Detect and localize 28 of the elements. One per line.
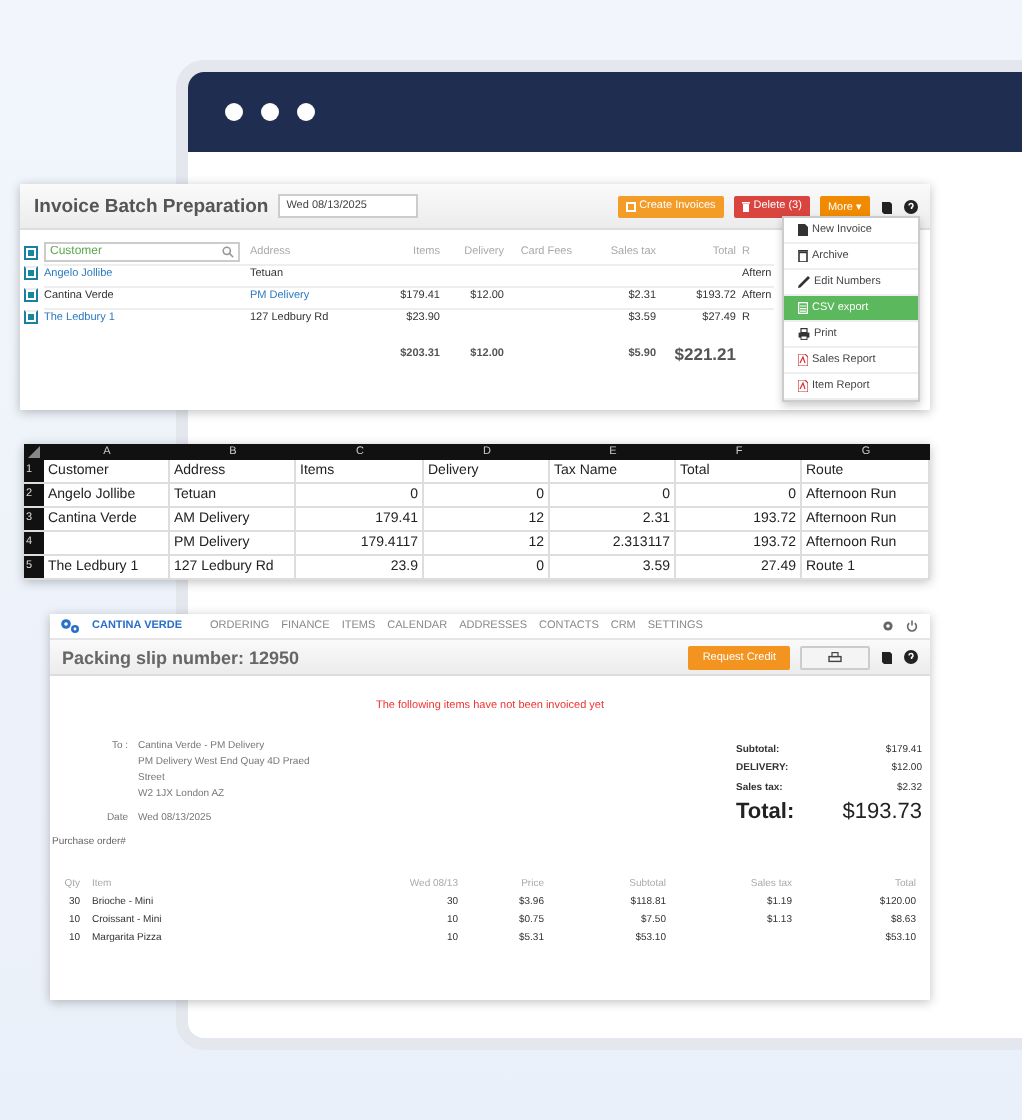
help-icon[interactable]: [904, 199, 918, 213]
window-dots-icon: [224, 102, 316, 122]
select-all-checkbox[interactable]: [24, 245, 38, 259]
print-button[interactable]: [800, 645, 870, 669]
row-checkbox[interactable]: [24, 288, 38, 302]
trash-icon: [798, 250, 808, 262]
row-checkbox[interactable]: [24, 310, 38, 324]
pdf-icon: [798, 380, 808, 392]
grand-total: $221.21: [672, 342, 738, 364]
square-icon: [625, 201, 636, 211]
search-icon: [222, 246, 234, 258]
trash-icon: [741, 201, 750, 211]
settings-icon[interactable]: [882, 620, 894, 632]
select-all-corner-icon[interactable]: [28, 446, 40, 458]
pencil-icon: [798, 276, 810, 288]
total-label: Total:: [736, 800, 797, 824]
pdf-icon: [798, 354, 808, 366]
spreadsheet-icon: [798, 302, 808, 314]
book-icon[interactable]: [880, 650, 894, 664]
help-icon[interactable]: [904, 650, 918, 664]
printer-icon: [798, 328, 810, 340]
printer-icon: [828, 651, 842, 663]
page-title: Packing slip number: 12950: [62, 647, 300, 667]
row-checkbox[interactable]: [24, 266, 38, 280]
document-icon: [798, 224, 808, 236]
page-title: Invoice Batch Preparation: [34, 195, 269, 217]
power-icon[interactable]: [906, 620, 918, 632]
total-value: $193.73: [840, 800, 922, 824]
